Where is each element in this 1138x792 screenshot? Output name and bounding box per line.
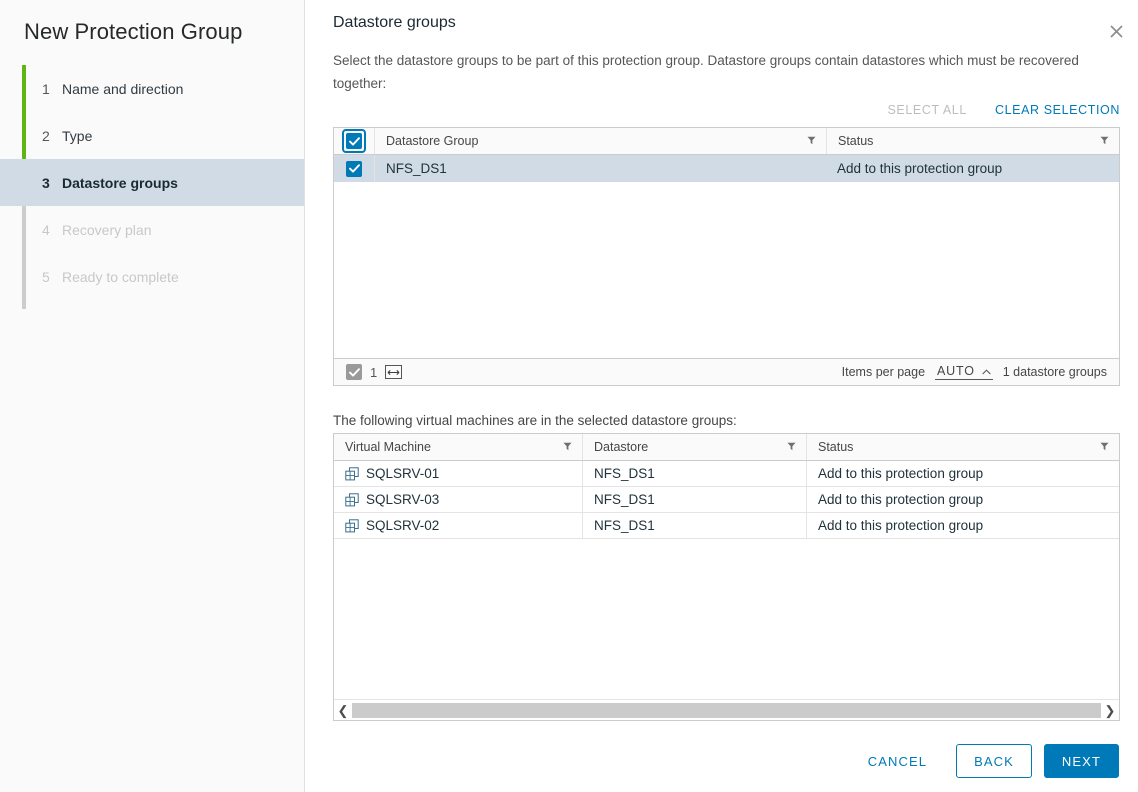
wizard-title: New Protection Group <box>0 0 304 45</box>
footer-checkbox-icon[interactable] <box>346 364 362 380</box>
sidebar-step-type[interactable]: 2 Type <box>0 112 304 159</box>
filter-icon[interactable] <box>787 440 796 454</box>
table-row[interactable]: SQLSRV-03 NFS_DS1 Add to this protection… <box>334 487 1119 513</box>
step-label: Type <box>62 128 92 144</box>
column-header-label: Status <box>838 134 873 148</box>
cell-virtual-machine: SQLSRV-02 <box>334 513 582 538</box>
step-number: 3 <box>42 175 60 191</box>
cell-virtual-machine: SQLSRV-01 <box>334 461 582 486</box>
grid-footer-right: Items per page AUTO 1 datastore groups <box>842 364 1119 380</box>
column-header-datastore-group[interactable]: Datastore Group <box>374 128 826 154</box>
grid-header-row: Virtual Machine Datastore Status <box>334 434 1119 461</box>
sidebar-step-datastore-groups[interactable]: 3 Datastore groups <box>0 159 304 206</box>
virtual-machine-icon <box>345 467 359 481</box>
total-items-count: 1 datastore groups <box>1003 365 1107 379</box>
cell-label: SQLSRV-01 <box>366 466 439 481</box>
virtual-machine-icon <box>345 493 359 507</box>
vm-section-label: The following virtual machines are in th… <box>333 413 737 428</box>
selected-count: 1 <box>370 365 377 380</box>
close-icon[interactable] <box>1104 19 1128 43</box>
items-per-page-label: Items per page <box>842 365 925 379</box>
step-label: Name and direction <box>62 81 183 97</box>
cancel-button[interactable]: CANCEL <box>851 744 944 778</box>
virtual-machines-grid: Virtual Machine Datastore Status <box>333 433 1120 721</box>
grid-footer-left: 1 <box>334 364 402 380</box>
row-checkbox-cell[interactable] <box>334 161 374 177</box>
select-all-link: SELECT ALL <box>887 103 966 117</box>
page-title: Datastore groups <box>333 14 456 32</box>
checkbox-checked-icon[interactable] <box>346 133 362 149</box>
cell-datastore: NFS_DS1 <box>582 461 806 486</box>
column-header-label: Datastore <box>594 440 648 454</box>
column-header-label: Virtual Machine <box>345 440 431 454</box>
step-number: 4 <box>42 222 60 238</box>
cell-datastore: NFS_DS1 <box>582 487 806 512</box>
page-description: Select the datastore groups to be part o… <box>333 49 1093 95</box>
step-number: 5 <box>42 269 60 285</box>
grid-body: NFS_DS1 Add to this protection group <box>334 155 1119 358</box>
cell-virtual-machine: SQLSRV-03 <box>334 487 582 512</box>
back-button[interactable]: BACK <box>956 744 1032 778</box>
clear-selection-link[interactable]: CLEAR SELECTION <box>995 103 1120 117</box>
filter-icon[interactable] <box>1100 440 1109 454</box>
table-row[interactable]: SQLSRV-02 NFS_DS1 Add to this protection… <box>334 513 1119 539</box>
datastore-groups-grid: Datastore Group Status <box>333 127 1120 386</box>
cell-status: Add to this protection group <box>826 155 1119 182</box>
filter-icon[interactable] <box>563 440 572 454</box>
virtual-machine-icon <box>345 519 359 533</box>
grid-body: SQLSRV-01 NFS_DS1 Add to this protection… <box>334 461 1119 699</box>
select-all-checkbox-cell[interactable] <box>334 133 374 149</box>
filter-icon[interactable] <box>1100 134 1109 148</box>
cell-status: Add to this protection group <box>806 487 1119 512</box>
step-label: Ready to complete <box>62 269 179 285</box>
step-number: 1 <box>42 81 60 97</box>
cell-status: Add to this protection group <box>806 461 1119 486</box>
cell-label: SQLSRV-03 <box>366 492 439 507</box>
wizard-steps: 1 Name and direction 2 Type 3 Datastore … <box>0 65 304 300</box>
sidebar-step-ready-to-complete: 5 Ready to complete <box>0 253 304 300</box>
cell-datastore-group: NFS_DS1 <box>374 155 826 182</box>
cell-status: Add to this protection group <box>806 513 1119 538</box>
chevron-up-icon <box>982 364 991 378</box>
step-label: Recovery plan <box>62 222 152 238</box>
column-header-datastore[interactable]: Datastore <box>582 434 806 460</box>
table-row[interactable]: SQLSRV-01 NFS_DS1 Add to this protection… <box>334 461 1119 487</box>
cell-datastore: NFS_DS1 <box>582 513 806 538</box>
horizontal-scrollbar[interactable]: ❮ ❯ <box>334 699 1119 720</box>
sidebar-step-recovery-plan: 4 Recovery plan <box>0 206 304 253</box>
cell-label: SQLSRV-02 <box>366 518 439 533</box>
wizard-sidebar: New Protection Group 1 Name and directio… <box>0 0 305 792</box>
grid-header-row: Datastore Group Status <box>334 128 1119 155</box>
step-label: Datastore groups <box>62 175 178 191</box>
grid-footer: 1 Items per page AUTO 1 datastore groups <box>334 358 1119 385</box>
scrollbar-thumb[interactable] <box>352 703 1101 718</box>
wizard-content: Datastore groups Select the datastore gr… <box>305 0 1138 792</box>
fit-columns-icon[interactable] <box>385 365 402 379</box>
wizard-dialog: New Protection Group 1 Name and directio… <box>0 0 1138 792</box>
dialog-footer: CANCEL BACK NEXT <box>305 744 1138 778</box>
column-header-virtual-machine[interactable]: Virtual Machine <box>334 434 582 460</box>
filter-icon[interactable] <box>807 134 816 148</box>
column-header-status[interactable]: Status <box>826 128 1119 154</box>
next-button[interactable]: NEXT <box>1044 744 1119 778</box>
column-header-label: Status <box>818 440 853 454</box>
scroll-right-icon[interactable]: ❯ <box>1101 704 1119 717</box>
column-header-label: Datastore Group <box>386 134 478 148</box>
items-per-page-value: AUTO <box>937 364 975 378</box>
grid-actions: SELECT ALL CLEAR SELECTION <box>333 103 1120 117</box>
sidebar-step-name-and-direction[interactable]: 1 Name and direction <box>0 65 304 112</box>
scroll-left-icon[interactable]: ❮ <box>334 704 352 717</box>
items-per-page-select[interactable]: AUTO <box>935 364 993 380</box>
checkbox-checked-icon[interactable] <box>346 161 362 177</box>
table-row[interactable]: NFS_DS1 Add to this protection group <box>334 155 1119 182</box>
column-header-status[interactable]: Status <box>806 434 1119 460</box>
step-number: 2 <box>42 128 60 144</box>
